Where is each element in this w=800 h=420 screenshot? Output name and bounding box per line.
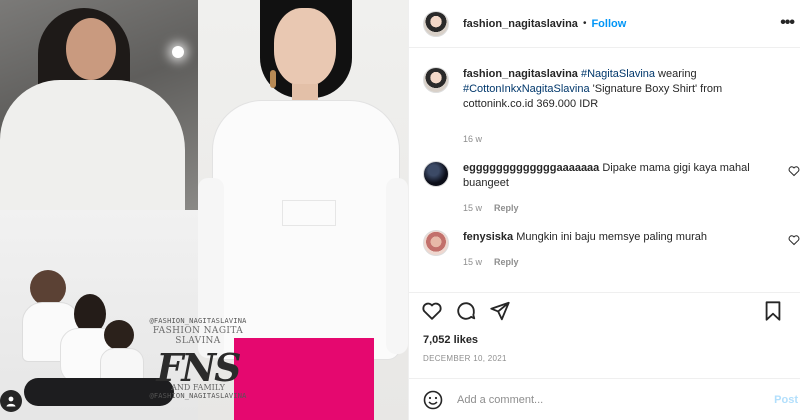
shirt-pocket <box>282 200 336 226</box>
user-tag-icon[interactable] <box>0 390 22 412</box>
avatar[interactable] <box>423 67 449 93</box>
father-head <box>30 270 66 306</box>
comment-text: fenysiska Mungkin ini baju memsye paling… <box>463 230 768 270</box>
white-shirt <box>0 80 185 210</box>
avatar[interactable] <box>423 161 449 187</box>
comment-meta: 15 w Reply <box>463 255 768 270</box>
separator-dot: • <box>582 18 587 29</box>
watermark-handle-bottom: @FASHION_NAGITASLAVINA <box>149 391 247 400</box>
post-header: fashion_nagitaslavina • Follow ••• <box>409 0 800 48</box>
comment-form: Post <box>409 378 800 420</box>
comment-input[interactable] <box>457 393 747 406</box>
comment-icon[interactable] <box>455 300 477 322</box>
post-panel: fashion_nagitaslavina • Follow ••• fashi… <box>408 0 800 420</box>
timestamp[interactable]: 15 w <box>463 255 482 270</box>
follow-button[interactable]: Follow <box>591 18 626 30</box>
avatar[interactable] <box>423 10 449 37</box>
hashtag-link[interactable]: #NagitaSlavina <box>581 68 655 80</box>
reply-button[interactable]: Reply <box>494 255 519 270</box>
comment-meta: 15 w Reply <box>463 201 768 216</box>
comment-username[interactable]: fenysiska <box>463 231 513 243</box>
watermark-name: FASHION NAGITA SLAVINA <box>152 326 244 346</box>
caption-meta: 16 w <box>463 132 768 147</box>
comment-text: egggggggggggggaaaaaaa Dipake mama gigi k… <box>463 161 768 216</box>
bookmark-icon[interactable] <box>762 300 784 322</box>
comment-username[interactable]: egggggggggggggaaaaaaa <box>463 162 599 174</box>
caption-part: wearing <box>655 68 697 80</box>
heart-icon[interactable] <box>788 165 800 177</box>
face <box>66 18 116 80</box>
comments-section[interactable]: fashion_nagitaslavina #NagitaSlavina wea… <box>409 49 800 287</box>
post-media[interactable]: @FASHION_NAGITASLAVINA FASHION NAGITA SL… <box>0 0 408 420</box>
timestamp[interactable]: 16 w <box>463 132 482 147</box>
list-item: egggggggggggggaaaaaaa Dipake mama gigi k… <box>409 161 800 216</box>
more-options-icon[interactable]: ••• <box>780 14 795 32</box>
reply-button[interactable]: Reply <box>494 201 519 216</box>
caption-username[interactable]: fashion_nagitaslavina <box>463 68 578 80</box>
action-bar <box>409 292 800 328</box>
post-comment-button[interactable]: Post <box>774 394 798 406</box>
timestamp[interactable]: 15 w <box>463 201 482 216</box>
author-username[interactable]: fashion_nagitaslavina <box>463 18 578 30</box>
heart-icon[interactable] <box>421 300 443 322</box>
photo-woman-smiling <box>0 0 198 210</box>
watermark: @FASHION_NAGITASLAVINA FASHION NAGITA SL… <box>140 317 256 400</box>
child-head <box>104 320 134 350</box>
caption-row: fashion_nagitaslavina #NagitaSlavina wea… <box>409 67 800 147</box>
watermark-handle-top: @FASHION_NAGITASLAVINA <box>149 317 247 325</box>
hashtag-link[interactable]: #CottonInkxNagitaSlavina <box>463 83 590 95</box>
like-count[interactable]: 7,052 likes <box>423 334 478 346</box>
list-item: fenysiska Mungkin ini baju memsye paling… <box>409 230 800 270</box>
model-face <box>274 8 336 86</box>
share-icon[interactable] <box>489 300 511 322</box>
comment-body: Mungkin ini baju memsye paling murah <box>516 231 707 243</box>
heart-icon[interactable] <box>788 234 800 246</box>
avatar[interactable] <box>423 230 449 256</box>
ceiling-light <box>172 46 184 58</box>
post-date[interactable]: DECEMBER 10, 2021 <box>423 354 507 363</box>
emoji-icon[interactable] <box>423 390 443 410</box>
caption-text: fashion_nagitaslavina #NagitaSlavina wea… <box>463 67 768 147</box>
earring <box>270 70 276 88</box>
right-sleeve <box>386 178 408 354</box>
